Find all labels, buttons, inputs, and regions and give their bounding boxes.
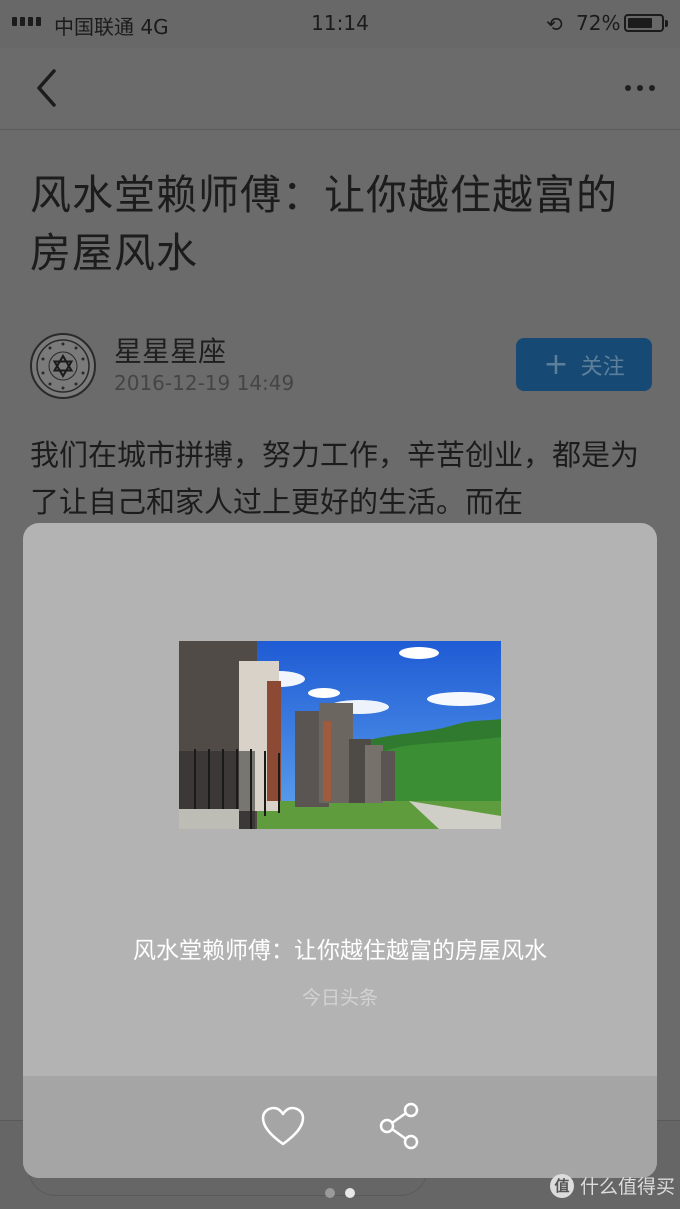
battery-icon bbox=[624, 14, 668, 32]
article-title: 风水堂赖师傅：让你越住越富的房屋风水 bbox=[30, 171, 618, 277]
more-horizontal-icon bbox=[625, 85, 631, 91]
star-of-david-icon bbox=[36, 339, 90, 393]
article-cover-image bbox=[179, 641, 501, 829]
watermark: 值 什么值得买 bbox=[550, 1172, 675, 1199]
like-button[interactable] bbox=[259, 1104, 307, 1150]
page-dot[interactable] bbox=[325, 1188, 335, 1198]
card-title: 风水堂赖师傅：让你越住越富的房屋风水 bbox=[133, 938, 547, 964]
share-card: 风水堂赖师傅：让你越住越富的房屋风水 今日头条 bbox=[23, 523, 657, 1178]
more-button[interactable] bbox=[618, 68, 662, 108]
nav-bar bbox=[0, 48, 680, 130]
chevron-left-icon bbox=[37, 69, 56, 107]
share-icon bbox=[379, 1102, 419, 1150]
status-bar: 中国联通 4G 11:14 ⟲ 72% bbox=[0, 0, 680, 48]
watermark-text: 什么值得买 bbox=[580, 1176, 676, 1198]
share-button[interactable] bbox=[377, 1102, 423, 1150]
author-name[interactable]: 星星星座 bbox=[114, 330, 226, 370]
publish-date: 2016-12-19 14:49 bbox=[114, 371, 295, 395]
card-action-bar bbox=[23, 1076, 657, 1178]
card-source: 今日头条 bbox=[301, 987, 378, 1009]
follow-button[interactable]: + 关注 bbox=[516, 338, 652, 391]
plus-icon: + bbox=[543, 346, 569, 382]
follow-label: 关注 bbox=[580, 354, 625, 380]
author-avatar[interactable] bbox=[30, 333, 96, 399]
watermark-logo: 值 bbox=[550, 1173, 574, 1198]
rotation-lock-icon: ⟲ bbox=[546, 12, 563, 36]
article-body: 我们在城市拼搏，努力工作，辛苦创业，都是为了让自己和家人过上更好的生活。而在 bbox=[30, 438, 640, 519]
battery-percent: 72% bbox=[576, 11, 621, 35]
page-dot-active[interactable] bbox=[345, 1188, 355, 1198]
back-button[interactable] bbox=[30, 66, 70, 110]
heart-icon bbox=[261, 1106, 305, 1146]
